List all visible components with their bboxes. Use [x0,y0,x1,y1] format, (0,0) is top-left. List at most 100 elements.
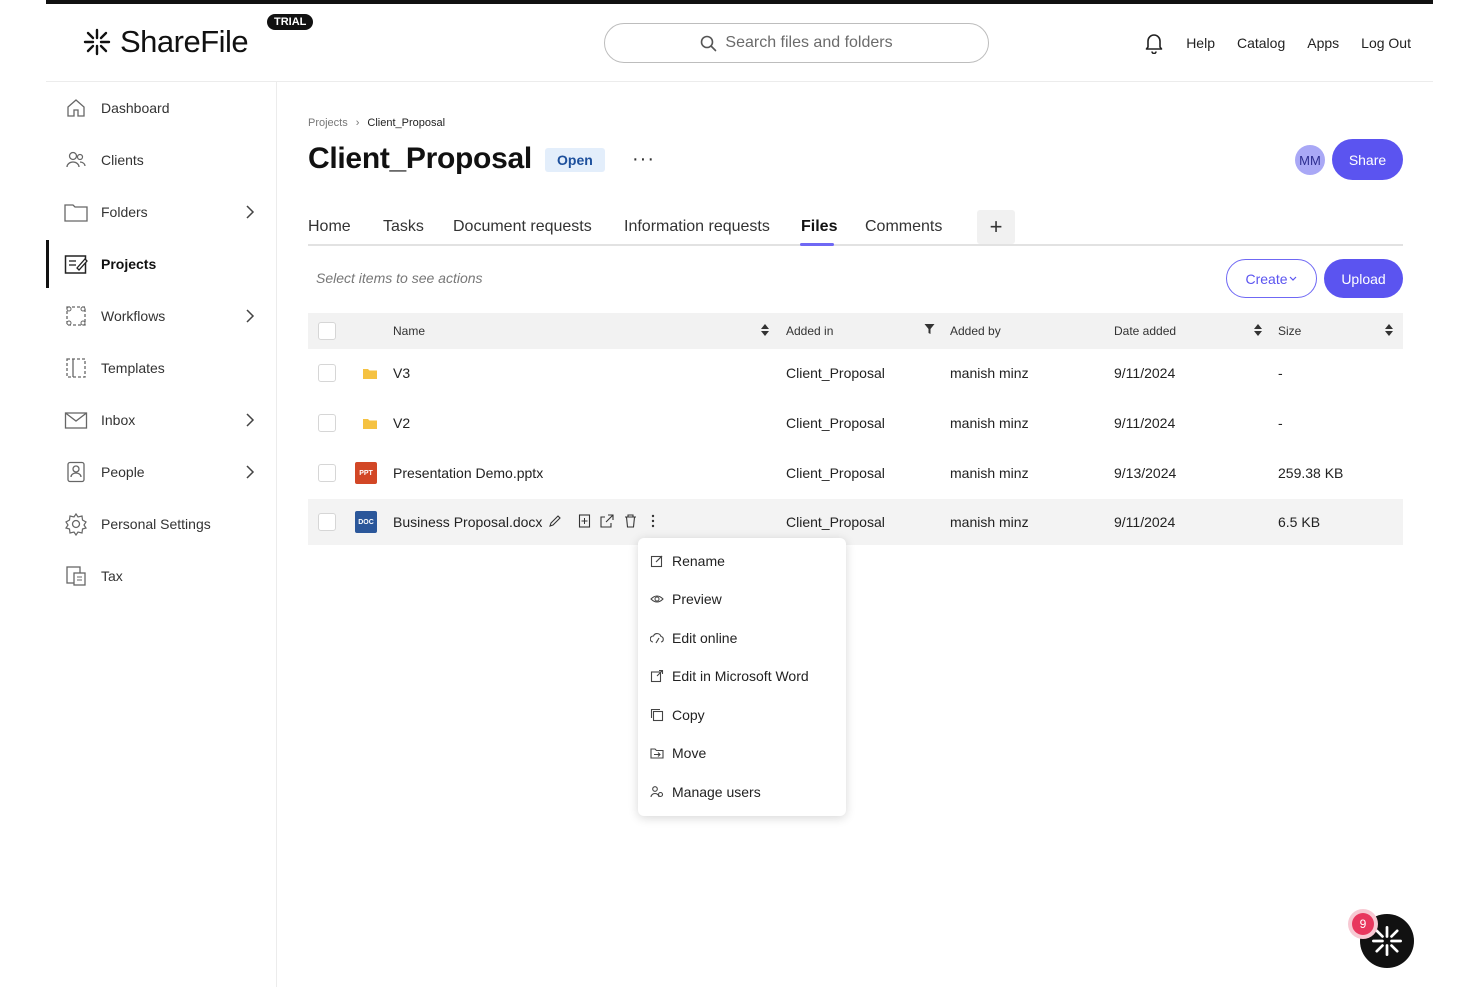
help-link[interactable]: Help [1186,35,1215,51]
sidebar-item-templates[interactable]: Templates [46,342,277,394]
sidebar-item-dashboard[interactable]: Dashboard [46,82,277,134]
tax-icon [64,564,88,588]
folder-icon [64,200,88,224]
added-by: manish minz [950,465,1029,481]
menu-item-edit-in-word[interactable]: Edit in Microsoft Word [650,661,840,691]
sidebar-item-clients[interactable]: Clients [46,134,277,186]
logout-link[interactable]: Log Out [1361,35,1411,51]
breadcrumb-projects[interactable]: Projects [308,117,348,129]
trash-icon[interactable] [624,514,637,528]
clients-icon [64,148,88,172]
column-size[interactable]: Size [1278,324,1301,338]
share-out-icon[interactable] [600,514,614,528]
sidebar-item-folders[interactable]: Folders [46,186,277,238]
logo-text: ShareFile [120,24,249,59]
trial-badge: TRIAL [267,14,314,30]
projects-icon [64,252,88,276]
filter-icon[interactable] [924,323,935,335]
file-name[interactable]: Presentation Demo.pptx [393,465,543,481]
row-checkbox[interactable] [318,414,336,432]
tab-tasks[interactable]: Tasks [383,218,424,236]
logo[interactable]: ShareFile [82,24,249,60]
sidebar-item-inbox[interactable]: Inbox [46,394,277,446]
sidebar-item-label: People [101,464,145,480]
row-checkbox[interactable] [318,513,336,531]
column-added-by[interactable]: Added by [950,324,1001,338]
folder-icon [359,362,381,384]
users-icon [650,786,664,798]
edit-pencil-icon[interactable] [548,514,562,528]
sort-icon[interactable] [760,323,770,337]
add-file-icon[interactable] [578,514,591,528]
column-date-added[interactable]: Date added [1114,324,1176,338]
bell-icon[interactable] [1144,32,1164,54]
file-size: 259.38 KB [1278,465,1344,481]
main-content: Projects › Client_Proposal Client_Propos… [308,82,1403,987]
sharefile-logo-icon [83,28,111,56]
menu-item-manage-users[interactable]: Manage users [650,777,840,807]
folder-icon [359,412,381,434]
sidebar-item-personal-settings[interactable]: Personal Settings [46,498,277,550]
sidebar-item-tax[interactable]: Tax [46,550,277,602]
breadcrumb: Projects › Client_Proposal [308,117,445,129]
context-menu: Rename Preview Edit online Edit in Micro… [638,538,846,816]
header-nav: Help Catalog Apps Log Out [1144,32,1411,54]
menu-item-move[interactable]: Move [650,738,840,768]
inbox-icon [64,408,88,432]
menu-item-edit-online[interactable]: Edit online [650,623,840,653]
avatar[interactable]: MM [1295,145,1325,175]
sidebar-item-label: Inbox [101,412,136,428]
column-added-in[interactable]: Added in [786,324,833,338]
added-in: Client_Proposal [786,365,885,381]
added-by: manish minz [950,365,1029,381]
share-button[interactable]: Share [1332,139,1403,180]
sidebar-item-workflows[interactable]: Workflows [46,290,277,342]
app-frame: ShareFile TRIAL Search files and folders… [46,0,1433,987]
catalog-link[interactable]: Catalog [1237,35,1285,51]
upload-button[interactable]: Upload [1324,259,1403,298]
file-name[interactable]: V3 [393,365,410,381]
menu-item-preview[interactable]: Preview [650,584,840,614]
apps-link[interactable]: Apps [1307,35,1339,51]
row-checkbox[interactable] [318,464,336,482]
sidebar-item-label: Projects [101,256,157,272]
added-by: manish minz [950,415,1029,431]
file-name[interactable]: V2 [393,415,410,431]
date-added: 9/13/2024 [1114,465,1177,481]
table-row[interactable]: V3 Client_Proposal manish minz 9/11/2024… [308,350,1403,396]
file-name[interactable]: Business Proposal.docx [393,514,542,530]
sort-icon[interactable] [1384,323,1394,337]
sidebar-item-label: Personal Settings [101,516,211,532]
tab-files[interactable]: Files [801,218,837,236]
tab-document-requests[interactable]: Document requests [453,218,592,236]
date-added: 9/11/2024 [1114,514,1176,530]
table-row[interactable]: PPT Presentation Demo.pptx Client_Propos… [308,450,1403,496]
select-all-checkbox[interactable] [318,322,336,340]
tab-information-requests[interactable]: Information requests [624,218,770,236]
table-header: Name Added in Added by Date added Size [308,313,1403,349]
status-badge: Open [545,148,605,172]
create-button[interactable]: Create [1226,259,1317,298]
column-name[interactable]: Name [393,324,425,338]
tab-comments[interactable]: Comments [865,218,942,236]
more-vertical-icon[interactable] [651,514,655,528]
tab-home[interactable]: Home [308,218,351,236]
sort-icon[interactable] [1253,323,1263,337]
table-row[interactable]: V2 Client_Proposal manish minz 9/11/2024… [308,400,1403,446]
sidebar-item-people[interactable]: People [46,446,277,498]
tab-bar: Home Tasks Document requests Information… [308,210,1403,246]
menu-item-label: Move [672,745,707,761]
more-options-button[interactable]: ··· [632,148,655,171]
settings-icon [64,512,88,536]
table-row[interactable]: DOC Business Proposal.docx Client_Propos… [308,499,1403,545]
search-icon [701,35,717,51]
add-tab-button[interactable]: + [977,210,1015,244]
menu-item-rename[interactable]: Rename [650,546,840,576]
menu-item-copy[interactable]: Copy [650,700,840,730]
added-in: Client_Proposal [786,415,885,431]
search-input[interactable]: Search files and folders [604,23,989,63]
menu-item-label: Copy [672,707,705,723]
sidebar-item-projects[interactable]: Projects [46,238,277,290]
row-checkbox[interactable] [318,364,336,382]
menu-item-label: Manage users [672,784,761,800]
